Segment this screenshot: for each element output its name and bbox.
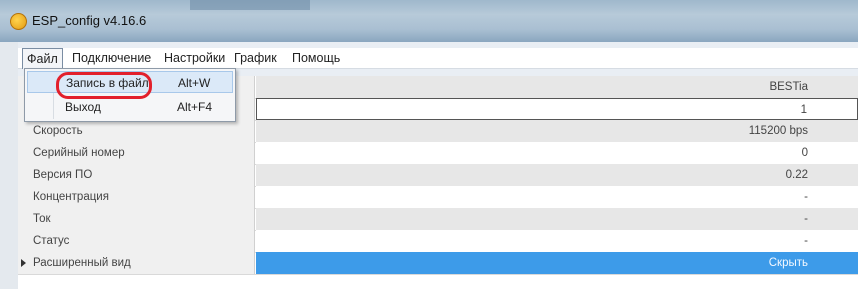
menu-help[interactable]: Помощь — [288, 48, 344, 68]
grid-row-label: Версия ПО — [18, 164, 255, 186]
title-bar[interactable]: ESP_config v4.16.6 — [0, 0, 858, 42]
grid-row-label-expandable[interactable]: Расширенный вид — [18, 252, 255, 274]
grid-row-speed: Скорость 115200 bps — [18, 120, 858, 143]
grid-row-value[interactable]: BESTia — [256, 76, 858, 98]
grid-row-concentration: Концентрация - — [18, 186, 858, 209]
app-icon — [10, 13, 27, 30]
menu-chart[interactable]: График — [230, 48, 281, 68]
grid-row-status: Статус - — [18, 230, 858, 253]
grid-row-value[interactable]: - — [256, 208, 858, 230]
menu-bar: Файл Подключение Настройки График Помощь — [18, 48, 858, 69]
grid-row-firmware: Версия ПО 0.22 — [18, 164, 858, 187]
menu-item-label: Выход — [65, 100, 101, 114]
grid-row-label: Серийный номер — [18, 142, 255, 164]
menu-connection[interactable]: Подключение — [68, 48, 155, 68]
titlebar-glare — [190, 0, 310, 10]
grid-row-serial: Серийный номер 0 — [18, 142, 858, 165]
grid-row-value-input[interactable]: 1 — [256, 98, 858, 120]
window-left-edge — [0, 42, 18, 289]
grid-row-value[interactable]: - — [256, 186, 858, 208]
grid-row-extended-view: Расширенный вид Скрыть — [18, 252, 858, 275]
menu-file[interactable]: Файл — [22, 48, 63, 69]
menu-item-shortcut: Alt+F4 — [177, 100, 213, 114]
grid-row-current: Ток - — [18, 208, 858, 231]
grid-row-value-selected[interactable]: Скрыть — [256, 252, 858, 274]
grid-row-value[interactable]: 115200 bps — [256, 120, 858, 142]
app-window: ESP_config v4.16.6 Файл Подключение Наст… — [0, 0, 858, 289]
menu-item-exit[interactable]: Выход Alt+F4 — [27, 96, 233, 118]
grid-row-value[interactable]: 0 — [256, 142, 858, 164]
grid-row-label-text: Расширенный вид — [33, 257, 131, 269]
window-title: ESP_config v4.16.6 — [32, 13, 147, 28]
menu-settings[interactable]: Настройки — [160, 48, 229, 68]
grid-row-value[interactable]: - — [256, 230, 858, 252]
menu-item-shortcut: Alt+W — [178, 76, 211, 90]
grid-row-label: Концентрация — [18, 186, 255, 208]
grid-row-label: Ток — [18, 208, 255, 230]
grid-row-label: Скорость — [18, 120, 255, 142]
grid-row-value[interactable]: 0.22 — [256, 164, 858, 186]
annotation-highlight-ring — [56, 72, 152, 99]
expand-arrow-icon[interactable] — [21, 259, 26, 267]
grid-row-label: Статус — [18, 230, 255, 252]
